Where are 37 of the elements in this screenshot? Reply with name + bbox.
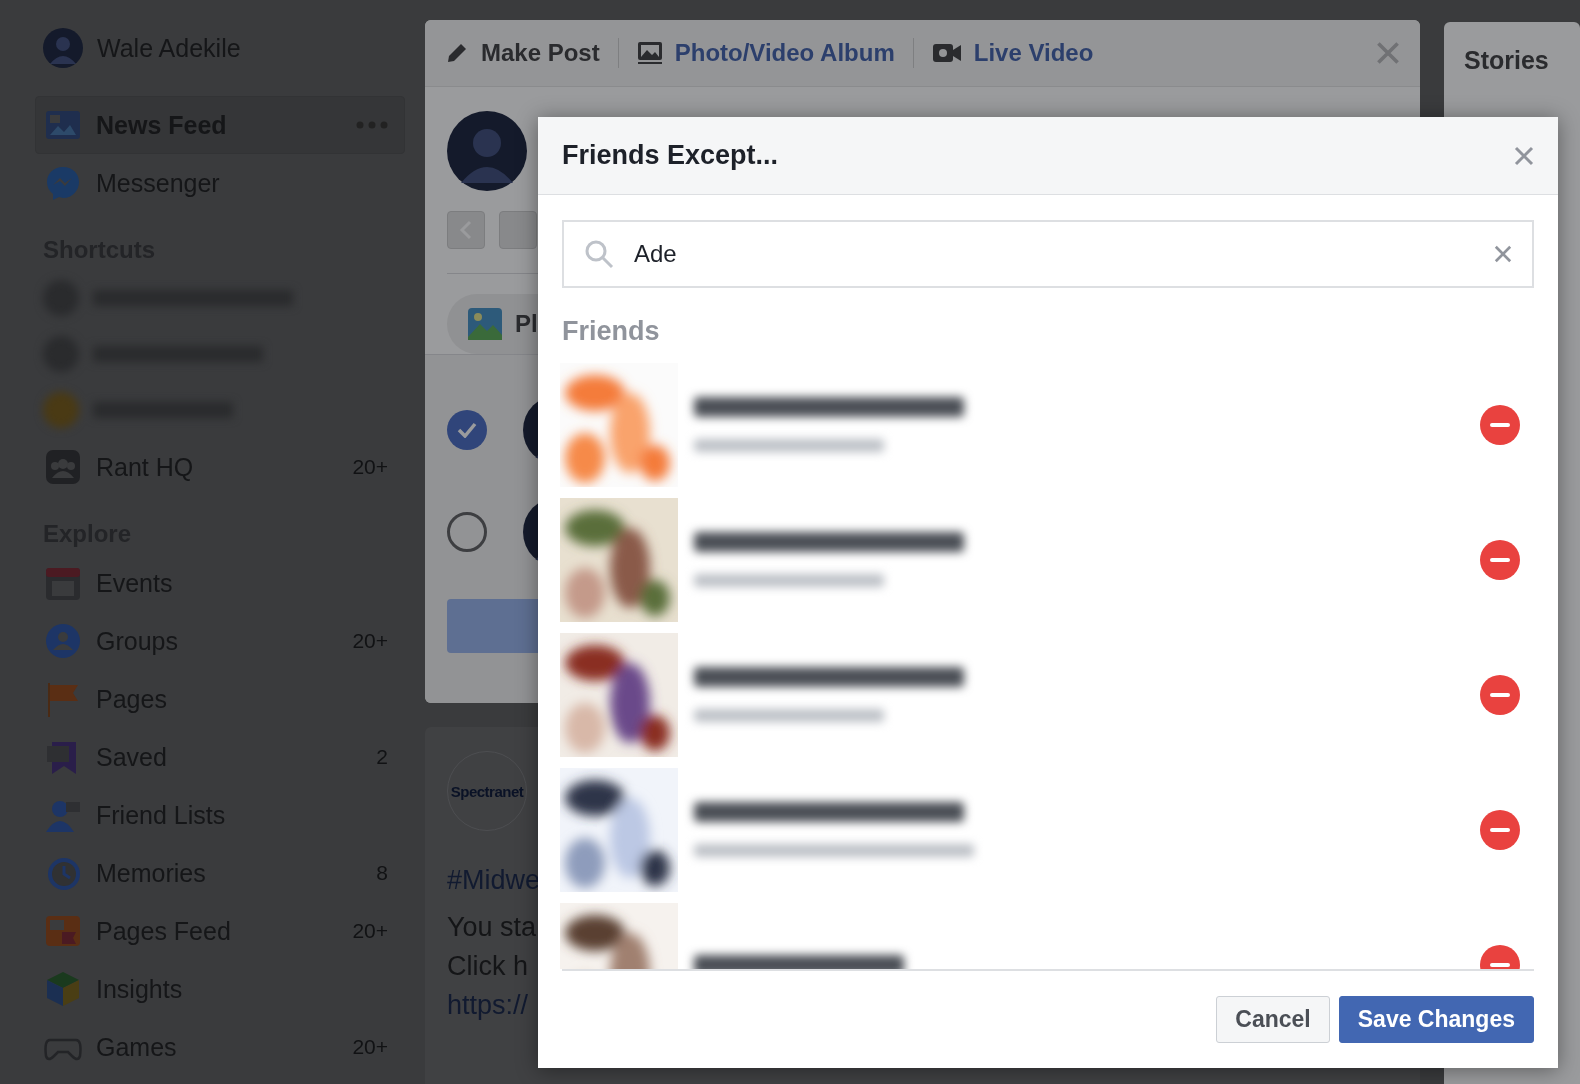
section-title: Friends — [562, 316, 661, 347]
stories-title: Stories — [1464, 46, 1549, 74]
minus-icon — [1490, 962, 1510, 967]
minus-icon — [1490, 692, 1510, 697]
minus-icon — [1490, 422, 1510, 427]
group-icon — [44, 622, 82, 660]
save-button[interactable]: Save Changes — [1338, 996, 1534, 1043]
remove-button[interactable] — [1480, 539, 1520, 580]
search-field[interactable]: Ade — [562, 220, 1534, 288]
dialog-title: Friends Except... — [562, 140, 779, 171]
composer-tab[interactable]: Live Video — [931, 39, 1094, 67]
cancel-button[interactable]: Cancel — [1216, 996, 1330, 1043]
search-icon — [584, 239, 614, 269]
avatar — [43, 28, 83, 68]
pencil-icon — [445, 41, 469, 65]
remove-button[interactable] — [1480, 809, 1520, 850]
search-input[interactable]: Ade — [632, 239, 1476, 269]
radio-button[interactable] — [447, 512, 487, 552]
close-icon — [1494, 245, 1512, 263]
close-icon — [1514, 145, 1534, 166]
cube-icon — [44, 970, 82, 1008]
clear-button[interactable] — [1494, 245, 1512, 263]
chat-bubble-icon — [44, 164, 82, 202]
composer-tab[interactable]: Make Post — [445, 39, 600, 67]
group-icon — [44, 448, 82, 486]
minus-icon — [1490, 557, 1510, 562]
composer-tab[interactable]: Photo/Video Album — [636, 39, 895, 67]
minus-icon — [1490, 827, 1510, 832]
close-button[interactable] — [1514, 145, 1534, 166]
photo-icon — [467, 307, 503, 341]
video-camera-icon — [931, 42, 962, 64]
check-icon — [457, 422, 477, 438]
remove-button[interactable] — [1480, 674, 1520, 715]
photo-album-icon — [636, 41, 663, 65]
radio-button[interactable] — [447, 410, 487, 450]
remove-button[interactable] — [1480, 404, 1520, 445]
close-icon — [1376, 41, 1400, 65]
